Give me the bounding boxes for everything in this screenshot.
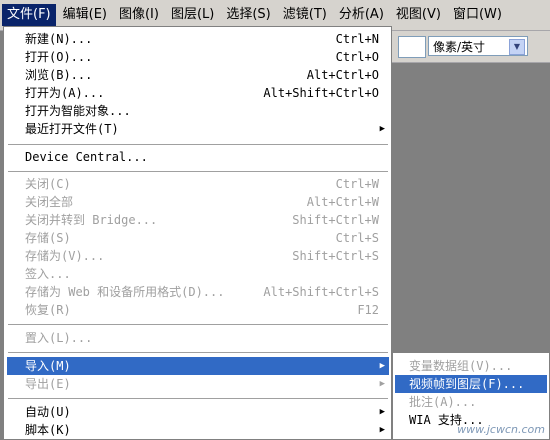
menu-separator bbox=[8, 144, 388, 145]
menu-separator bbox=[8, 352, 388, 353]
chevron-down-icon[interactable]: ▼ bbox=[509, 39, 525, 55]
menu-separator bbox=[8, 171, 388, 172]
menu-image[interactable]: 图像(I) bbox=[114, 4, 164, 26]
submenu-item-annotations: 批注(A)... bbox=[395, 393, 547, 411]
menu-item-check-in: 签入... bbox=[7, 265, 389, 283]
menu-item-shortcut: Shift+Ctrl+S bbox=[292, 249, 379, 263]
menu-item-scripts[interactable]: 脚本(K) ▶ bbox=[7, 421, 389, 439]
menu-item-browse[interactable]: 浏览(B)... Alt+Ctrl+O bbox=[7, 66, 389, 84]
submenu-item-label: 视频帧到图层(F)... bbox=[409, 377, 525, 391]
menu-item-close: 关闭(C) Ctrl+W bbox=[7, 175, 389, 193]
menu-file[interactable]: 文件(F) bbox=[2, 4, 56, 26]
menu-item-shortcut: Ctrl+S bbox=[335, 231, 379, 245]
menu-separator bbox=[8, 398, 388, 399]
menu-item-shortcut: Alt+Shift+Ctrl+S bbox=[263, 285, 379, 299]
menu-item-shortcut: Alt+Shift+Ctrl+O bbox=[263, 86, 379, 100]
file-menu-dropdown: 新建(N)... Ctrl+N 打开(O)... Ctrl+O 浏览(B)...… bbox=[3, 26, 392, 440]
menu-item-label: 导入(M) bbox=[25, 359, 71, 373]
menu-item-automate[interactable]: 自动(U) ▶ bbox=[7, 403, 389, 421]
menu-layer[interactable]: 图层(L) bbox=[166, 4, 219, 26]
menu-item-label: 存储为 Web 和设备所用格式(D)... bbox=[25, 285, 225, 299]
menu-item-label: 新建(N)... bbox=[25, 32, 93, 46]
menu-item-shortcut: Ctrl+O bbox=[335, 50, 379, 64]
menu-item-new[interactable]: 新建(N)... Ctrl+N bbox=[7, 30, 389, 48]
menu-view[interactable]: 视图(V) bbox=[391, 4, 446, 26]
menu-filter[interactable]: 滤镜(T) bbox=[278, 4, 332, 26]
submenu-arrow-icon: ▶ bbox=[379, 361, 385, 371]
options-bar: 像素/英寸 ▼ bbox=[392, 31, 550, 63]
menu-item-save: 存储(S) Ctrl+S bbox=[7, 229, 389, 247]
import-submenu: 变量数据组(V)... 视频帧到图层(F)... 批注(A)... WIA 支持… bbox=[392, 352, 550, 440]
menu-item-open-as[interactable]: 打开为(A)... Alt+Shift+Ctrl+O bbox=[7, 84, 389, 102]
menu-item-label: 打开为智能对象... bbox=[25, 104, 131, 118]
menu-item-label: 导出(E) bbox=[25, 377, 71, 391]
menu-item-label: 存储(S) bbox=[25, 231, 71, 245]
menu-item-label: 浏览(B)... bbox=[25, 68, 93, 82]
menu-item-label: 自动(U) bbox=[25, 405, 71, 419]
menu-item-save-for-web: 存储为 Web 和设备所用格式(D)... Alt+Shift+Ctrl+S bbox=[7, 283, 389, 301]
submenu-arrow-icon: ▶ bbox=[379, 379, 385, 389]
menu-item-shortcut: Ctrl+N bbox=[335, 32, 379, 46]
menu-item-recent-files[interactable]: 最近打开文件(T) ▶ bbox=[7, 120, 389, 138]
submenu-arrow-icon: ▶ bbox=[379, 425, 385, 435]
menu-item-label: 关闭并转到 Bridge... bbox=[25, 213, 158, 227]
unit-select-value: 像素/英寸 bbox=[433, 40, 486, 54]
menu-item-shortcut: Ctrl+W bbox=[335, 177, 379, 191]
unit-select[interactable]: 像素/英寸 ▼ bbox=[428, 36, 528, 56]
submenu-item-variable-data-sets: 变量数据组(V)... bbox=[395, 357, 547, 375]
menu-item-device-central[interactable]: Device Central... bbox=[7, 148, 389, 166]
menu-item-label: 关闭(C) bbox=[25, 177, 71, 191]
submenu-item-video-frames-to-layers[interactable]: 视频帧到图层(F)... bbox=[395, 375, 547, 393]
menu-item-close-all: 关闭全部 Alt+Ctrl+W bbox=[7, 193, 389, 211]
menu-item-label: 存储为(V)... bbox=[25, 249, 105, 263]
submenu-item-label: 批注(A)... bbox=[409, 395, 477, 409]
menu-item-revert: 恢复(R) F12 bbox=[7, 301, 389, 319]
menu-item-save-as: 存储为(V)... Shift+Ctrl+S bbox=[7, 247, 389, 265]
menu-item-export: 导出(E) ▶ bbox=[7, 375, 389, 393]
menu-item-place: 置入(L)... bbox=[7, 329, 389, 347]
resolution-input[interactable] bbox=[398, 36, 426, 58]
menu-item-label: 关闭全部 bbox=[25, 195, 74, 209]
menu-item-open[interactable]: 打开(O)... Ctrl+O bbox=[7, 48, 389, 66]
menu-item-shortcut: F12 bbox=[357, 303, 379, 317]
menu-select[interactable]: 选择(S) bbox=[221, 4, 275, 26]
submenu-arrow-icon: ▶ bbox=[379, 124, 385, 134]
menu-edit[interactable]: 编辑(E) bbox=[58, 4, 112, 26]
menu-item-import[interactable]: 导入(M) ▶ bbox=[7, 357, 389, 375]
menu-item-label: Device Central... bbox=[25, 150, 148, 164]
menu-item-label: 打开(O)... bbox=[25, 50, 93, 64]
menu-item-label: 恢复(R) bbox=[25, 303, 71, 317]
submenu-item-label: 变量数据组(V)... bbox=[409, 359, 513, 373]
menu-item-shortcut: Alt+Ctrl+W bbox=[306, 195, 379, 209]
menu-analysis[interactable]: 分析(A) bbox=[334, 4, 389, 26]
submenu-arrow-icon: ▶ bbox=[379, 407, 385, 417]
menu-separator bbox=[8, 324, 388, 325]
menu-item-shortcut: Shift+Ctrl+W bbox=[292, 213, 379, 227]
menu-item-label: 打开为(A)... bbox=[25, 86, 105, 100]
menu-item-label: 最近打开文件(T) bbox=[25, 122, 119, 136]
menu-item-label: 签入... bbox=[25, 267, 71, 281]
menu-item-label: 脚本(K) bbox=[25, 423, 71, 437]
watermark: www.jcwcn.com bbox=[457, 423, 545, 436]
menu-window[interactable]: 窗口(W) bbox=[448, 4, 507, 26]
menu-item-label: 置入(L)... bbox=[25, 331, 93, 345]
menu-item-close-and-go-to-bridge: 关闭并转到 Bridge... Shift+Ctrl+W bbox=[7, 211, 389, 229]
menu-item-shortcut: Alt+Ctrl+O bbox=[306, 68, 379, 82]
menu-item-open-as-smart-object[interactable]: 打开为智能对象... bbox=[7, 102, 389, 120]
